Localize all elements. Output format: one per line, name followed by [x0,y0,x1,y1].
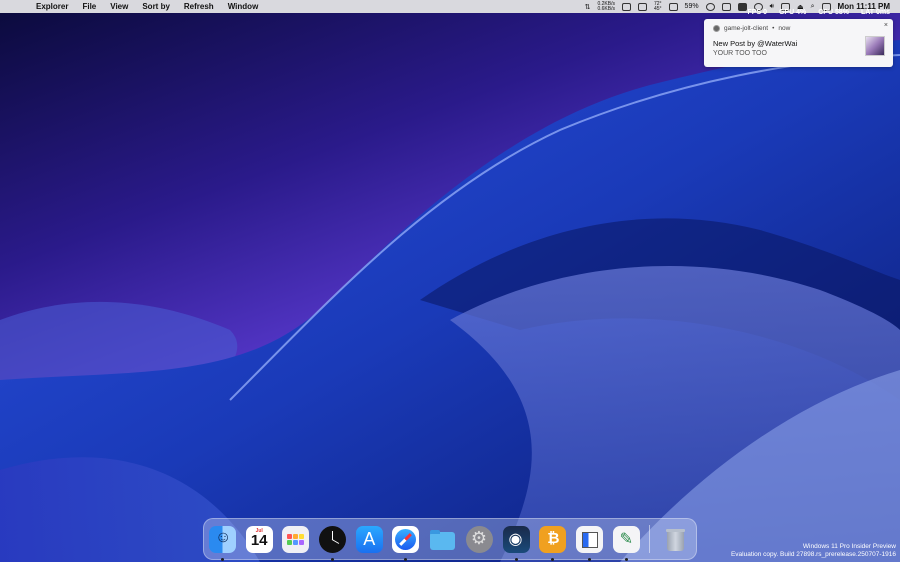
trash-icon[interactable] [662,526,689,553]
battery-icon[interactable] [668,2,678,11]
gpu-stat: GPU 4% [778,9,807,16]
settings-icon[interactable] [465,525,493,553]
notification-title: New Post by @WaterWai [713,39,798,48]
steam-icon[interactable] [502,525,530,561]
temperature[interactable]: 72° 45° [653,1,662,12]
temp-bottom: 45° [653,5,662,12]
menu-refresh[interactable]: Refresh [184,2,214,11]
running-indicator [551,557,555,561]
memory-icon[interactable] [621,2,631,11]
running-indicator [221,557,224,561]
menu-view[interactable]: View [110,2,128,11]
network-arrows-icon: ⇅ [584,3,591,11]
battery-percent[interactable]: 59% [685,3,699,10]
running-indicator [404,557,408,561]
safari-icon[interactable] [392,525,420,561]
launchpad-icon[interactable] [282,525,310,553]
calendar-icon[interactable]: Jul 14 [245,525,273,553]
notification-body: YOUR TOO TOO [713,50,767,57]
menu-app-name[interactable]: Explorer [36,2,68,11]
app-store-glyph: A [363,528,376,549]
app-store-icon[interactable]: A [355,525,383,553]
windows-watermark: Windows 11 Pro Insider Preview Evaluatio… [731,543,896,559]
running-indicator [624,557,628,561]
clock-icon[interactable] [319,525,347,561]
thermometer-icon[interactable] [637,2,647,11]
finder-icon[interactable] [209,525,236,561]
folder-icon[interactable] [429,526,456,553]
wallpaper [0,40,900,562]
notification-header: game-jolt-client • now [713,25,790,32]
notification-time: now [778,25,791,32]
dock: Jul 14 A [203,518,697,561]
dock-separator [649,525,651,553]
editor-icon[interactable] [612,525,640,561]
running-indicator [587,557,591,561]
notification-app-name: game-jolt-client [724,25,769,32]
watermark-line2: Evaluation copy. Build 27898.rs_prerelea… [730,551,896,558]
watermark-line1: Windows 11 Pro Insider Preview [802,543,896,550]
close-icon[interactable]: × [884,22,888,29]
fps-stat: FPS 0 [747,9,767,16]
app-icon [713,25,720,32]
net-down: 0.6KB/s [597,5,615,12]
notification-separator: • [772,25,775,32]
running-indicator [514,557,518,561]
menu-file[interactable]: File [82,2,96,11]
menu-window[interactable]: Window [228,2,259,11]
window-app-icon[interactable] [575,525,603,561]
bitcoin-icon[interactable] [539,525,567,561]
performance-overlay: FPS 0 GPU 4% CPU 58% LAT 0ms [746,9,892,16]
lat-stat: LAT 0ms [860,9,890,16]
box-icon[interactable] [721,2,731,11]
calendar-day: 14 [250,531,268,549]
notification-thumbnail [865,36,885,56]
cpu-stat: CPU 58% [818,9,849,16]
user-icon[interactable] [705,2,715,11]
notification-toast[interactable]: game-jolt-client • now × New Post by @Wa… [704,19,893,67]
menu-sort-by[interactable]: Sort by [142,2,170,11]
running-indicator [331,557,335,561]
network-speed[interactable]: 0.2KB/s 0.6KB/s [597,1,615,12]
